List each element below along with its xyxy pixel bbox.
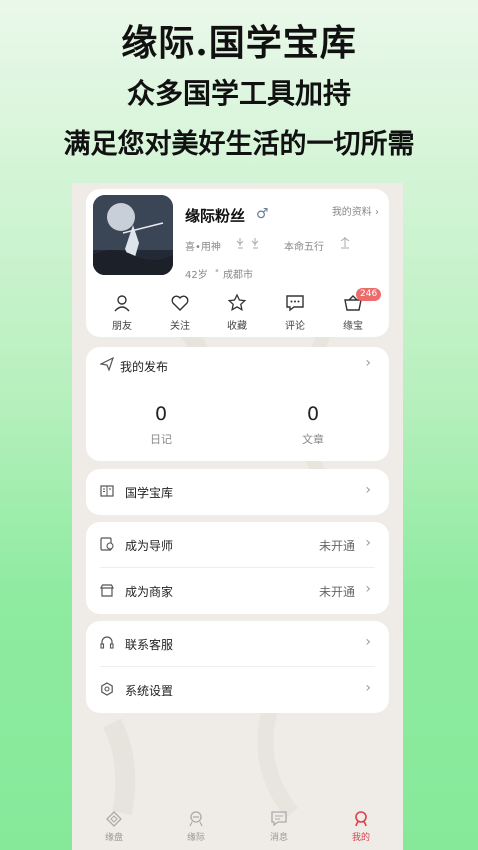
phone-screen: 缘际粉丝 ♂ 我的资料 › 喜•用神 本命五行 42岁 • 成都市 朋友 关注 … [72, 183, 403, 850]
action-label: 缘宝 [343, 321, 363, 332]
tab-label: 我的 [351, 833, 370, 843]
fate-element-label: 本命五行 [284, 242, 324, 253]
article-count[interactable]: 0 [273, 403, 353, 425]
tab-mine[interactable]: 我的 [331, 810, 391, 843]
library-card: 国学宝库 › [86, 469, 389, 515]
action-friends[interactable]: 朋友 [102, 293, 142, 332]
chevron-right-icon[interactable]: › [365, 355, 371, 371]
my-profile-link[interactable]: 我的资料 › [332, 203, 379, 218]
tab-messages[interactable]: 消息 [249, 810, 309, 843]
male-icon: ♂ [256, 206, 269, 222]
tab-label: 缘盘 [104, 833, 123, 843]
tab-chart[interactable]: 缘盘 [84, 810, 144, 843]
promo-title: 缘际.国学宝库 [121, 22, 357, 64]
send-icon [100, 357, 114, 371]
action-label: 关注 [170, 321, 190, 332]
menu-become-mentor[interactable]: 成为导师 未开通 › [86, 522, 389, 568]
settings-icon [101, 682, 113, 696]
message-icon [271, 811, 287, 827]
menu-contact-support[interactable]: 联系客服 › [86, 621, 389, 667]
my-publish-card: 我的发布 › 0 日记 0 文章 [86, 347, 389, 461]
avatar[interactable] [93, 195, 173, 275]
avatar-image [93, 195, 173, 275]
separator-dot: • [214, 266, 220, 277]
menu-label: 国学宝库 [125, 486, 174, 500]
fate-icon [189, 811, 203, 827]
bottom-tab-bar: 缘盘 缘际 消息 我的 [72, 810, 403, 850]
star-icon [227, 293, 247, 311]
shop-icon [100, 584, 114, 597]
action-label: 收藏 [227, 321, 247, 332]
menu-label: 系统设置 [125, 684, 174, 698]
menu-become-merchant[interactable]: 成为商家 未开通 › [86, 568, 389, 614]
tab-label: 缘际 [186, 833, 205, 843]
heart-icon [171, 295, 189, 311]
mentor-icon [100, 537, 114, 551]
diary-label: 日记 [150, 433, 172, 446]
menu-library[interactable]: 国学宝库 › [86, 469, 389, 515]
chevron-right-icon: › [365, 482, 371, 498]
menu-label: 成为导师 [125, 539, 174, 553]
profile-icon [355, 811, 367, 827]
chevron-right-icon: › [365, 680, 371, 696]
chart-icon [106, 811, 122, 827]
roles-card: 成为导师 未开通 › 成为商家 未开通 › [86, 522, 389, 614]
menu-system-settings[interactable]: 系统设置 › [86, 667, 389, 713]
promo-subtitle: 众多国学工具加持 [126, 77, 351, 110]
tab-label: 消息 [269, 833, 288, 843]
username: 缘际粉丝 [185, 207, 246, 225]
action-favorites[interactable]: 收藏 [217, 293, 257, 332]
action-treasure[interactable]: 246 缘宝 [333, 288, 382, 332]
friends-icon [114, 295, 130, 312]
age-label: 42岁 [185, 270, 208, 281]
element-water-icon [236, 238, 259, 249]
action-comments[interactable]: 评论 [275, 293, 315, 332]
merchant-status: 未开通 [318, 585, 355, 599]
action-follow[interactable]: 关注 [160, 293, 200, 332]
action-label: 朋友 [112, 321, 132, 332]
my-publish-title: 我的发布 [120, 360, 169, 374]
chevron-right-icon: › [365, 535, 371, 551]
menu-label: 成为商家 [125, 585, 174, 599]
diary-count[interactable]: 0 [121, 403, 201, 425]
comment-icon [286, 295, 304, 312]
treasure-count-badge: 246 [356, 288, 382, 301]
chevron-right-icon: › [365, 581, 371, 597]
book-icon [100, 485, 114, 497]
action-label: 评论 [285, 321, 305, 332]
mentor-status: 未开通 [318, 539, 355, 553]
promo-tagline: 满足您对美好生活的一切所需 [63, 129, 415, 160]
like-god-label: 喜•用神 [185, 242, 221, 253]
tab-fate[interactable]: 缘际 [166, 810, 226, 843]
city-label: 成都市 [223, 270, 253, 281]
element-icon [340, 237, 350, 249]
menu-label: 联系客服 [125, 638, 174, 652]
system-card: 联系客服 › 系统设置 › [86, 621, 389, 713]
headset-icon [100, 636, 114, 649]
chevron-right-icon: › [365, 634, 371, 650]
profile-actions: 朋友 关注 收藏 评论 246 缘宝 [86, 288, 389, 337]
article-label: 文章 [302, 433, 324, 446]
profile-card: 缘际粉丝 ♂ 我的资料 › 喜•用神 本命五行 42岁 • 成都市 朋友 关注 … [86, 189, 389, 337]
